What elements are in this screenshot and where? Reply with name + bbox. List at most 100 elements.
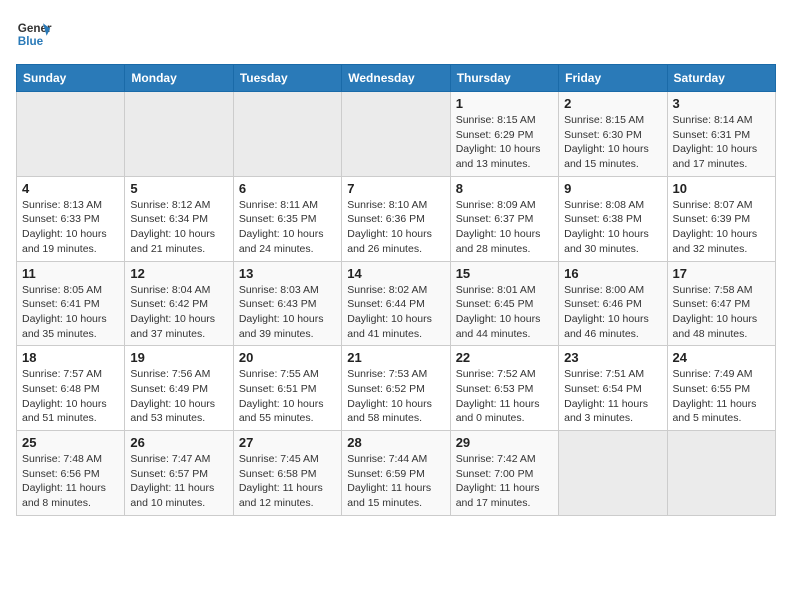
- svg-text:Blue: Blue: [18, 35, 44, 48]
- calendar-cell: [125, 92, 233, 177]
- day-info: Sunrise: 7:55 AM Sunset: 6:51 PM Dayligh…: [239, 367, 336, 426]
- calendar-cell: 22 Sunrise: 7:52 AM Sunset: 6:53 PM Dayli…: [450, 346, 558, 431]
- day-number: 15: [456, 266, 553, 281]
- day-number: 11: [22, 266, 119, 281]
- day-number: 27: [239, 435, 336, 450]
- calendar-cell: 20 Sunrise: 7:55 AM Sunset: 6:51 PM Dayli…: [233, 346, 341, 431]
- day-number: 9: [564, 181, 661, 196]
- day-info: Sunrise: 8:03 AM Sunset: 6:43 PM Dayligh…: [239, 283, 336, 342]
- day-info: Sunrise: 8:08 AM Sunset: 6:38 PM Dayligh…: [564, 198, 661, 257]
- weekday-header-friday: Friday: [559, 65, 667, 92]
- calendar-cell: 3 Sunrise: 8:14 AM Sunset: 6:31 PM Daylig…: [667, 92, 775, 177]
- calendar-cell: [17, 92, 125, 177]
- calendar-cell: 14 Sunrise: 8:02 AM Sunset: 6:44 PM Dayli…: [342, 261, 450, 346]
- calendar-week-row: 18 Sunrise: 7:57 AM Sunset: 6:48 PM Dayli…: [17, 346, 776, 431]
- day-number: 2: [564, 96, 661, 111]
- calendar-cell: 17Sunrise: 7:58 AM Sunset: 6:47 PM Dayli…: [667, 261, 775, 346]
- day-info: Sunrise: 7:49 AM Sunset: 6:55 PM Dayligh…: [673, 367, 770, 426]
- day-number: 20: [239, 350, 336, 365]
- calendar-cell: 23 Sunrise: 7:51 AM Sunset: 6:54 PM Dayli…: [559, 346, 667, 431]
- weekday-header-monday: Monday: [125, 65, 233, 92]
- day-info: Sunrise: 7:53 AM Sunset: 6:52 PM Dayligh…: [347, 367, 444, 426]
- day-number: 7: [347, 181, 444, 196]
- calendar-week-row: 1 Sunrise: 8:15 AM Sunset: 6:29 PM Daylig…: [17, 92, 776, 177]
- day-info: Sunrise: 7:47 AM Sunset: 6:57 PM Dayligh…: [130, 452, 227, 511]
- calendar-cell: 27 Sunrise: 7:45 AM Sunset: 6:58 PM Dayli…: [233, 431, 341, 516]
- logo-icon: General Blue: [16, 16, 52, 52]
- day-info: Sunrise: 8:01 AM Sunset: 6:45 PM Dayligh…: [456, 283, 553, 342]
- weekday-header-sunday: Sunday: [17, 65, 125, 92]
- weekday-header-wednesday: Wednesday: [342, 65, 450, 92]
- day-number: 18: [22, 350, 119, 365]
- day-info: Sunrise: 7:57 AM Sunset: 6:48 PM Dayligh…: [22, 367, 119, 426]
- day-info: Sunrise: 8:09 AM Sunset: 6:37 PM Dayligh…: [456, 198, 553, 257]
- day-number: 5: [130, 181, 227, 196]
- day-info: Sunrise: 8:10 AM Sunset: 6:36 PM Dayligh…: [347, 198, 444, 257]
- calendar-cell: 29Sunrise: 7:42 AM Sunset: 7:00 PM Dayli…: [450, 431, 558, 516]
- day-info: Sunrise: 8:11 AM Sunset: 6:35 PM Dayligh…: [239, 198, 336, 257]
- calendar-cell: 21Sunrise: 7:53 AM Sunset: 6:52 PM Dayli…: [342, 346, 450, 431]
- calendar-cell: 1 Sunrise: 8:15 AM Sunset: 6:29 PM Daylig…: [450, 92, 558, 177]
- calendar-cell: 10 Sunrise: 8:07 AM Sunset: 6:39 PM Dayli…: [667, 176, 775, 261]
- calendar-cell: 9 Sunrise: 8:08 AM Sunset: 6:38 PM Daylig…: [559, 176, 667, 261]
- calendar-cell: 18 Sunrise: 7:57 AM Sunset: 6:48 PM Dayli…: [17, 346, 125, 431]
- calendar-cell: 8 Sunrise: 8:09 AM Sunset: 6:37 PM Daylig…: [450, 176, 558, 261]
- calendar-cell: 2 Sunrise: 8:15 AM Sunset: 6:30 PM Daylig…: [559, 92, 667, 177]
- calendar-cell: 12Sunrise: 8:04 AM Sunset: 6:42 PM Dayli…: [125, 261, 233, 346]
- calendar-cell: 26 Sunrise: 7:47 AM Sunset: 6:57 PM Dayli…: [125, 431, 233, 516]
- calendar-cell: 7 Sunrise: 8:10 AM Sunset: 6:36 PM Daylig…: [342, 176, 450, 261]
- calendar-cell: 4Sunrise: 8:13 AM Sunset: 6:33 PM Daylig…: [17, 176, 125, 261]
- logo: General Blue: [16, 16, 52, 52]
- day-number: 22: [456, 350, 553, 365]
- day-info: Sunrise: 7:44 AM Sunset: 6:59 PM Dayligh…: [347, 452, 444, 511]
- day-info: Sunrise: 7:45 AM Sunset: 6:58 PM Dayligh…: [239, 452, 336, 511]
- calendar-week-row: 4Sunrise: 8:13 AM Sunset: 6:33 PM Daylig…: [17, 176, 776, 261]
- day-info: Sunrise: 8:14 AM Sunset: 6:31 PM Dayligh…: [673, 113, 770, 172]
- day-info: Sunrise: 7:52 AM Sunset: 6:53 PM Dayligh…: [456, 367, 553, 426]
- day-number: 10: [673, 181, 770, 196]
- calendar-table: SundayMondayTuesdayWednesdayThursdayFrid…: [16, 64, 776, 516]
- day-info: Sunrise: 8:02 AM Sunset: 6:44 PM Dayligh…: [347, 283, 444, 342]
- calendar-cell: 28 Sunrise: 7:44 AM Sunset: 6:59 PM Dayli…: [342, 431, 450, 516]
- day-info: Sunrise: 8:12 AM Sunset: 6:34 PM Dayligh…: [130, 198, 227, 257]
- weekday-header-saturday: Saturday: [667, 65, 775, 92]
- day-number: 25: [22, 435, 119, 450]
- weekday-header-row: SundayMondayTuesdayWednesdayThursdayFrid…: [17, 65, 776, 92]
- day-info: Sunrise: 8:00 AM Sunset: 6:46 PM Dayligh…: [564, 283, 661, 342]
- calendar-cell: [559, 431, 667, 516]
- day-number: 6: [239, 181, 336, 196]
- calendar-cell: 16 Sunrise: 8:00 AM Sunset: 6:46 PM Dayli…: [559, 261, 667, 346]
- day-number: 24: [673, 350, 770, 365]
- day-info: Sunrise: 8:15 AM Sunset: 6:30 PM Dayligh…: [564, 113, 661, 172]
- day-number: 16: [564, 266, 661, 281]
- day-number: 28: [347, 435, 444, 450]
- calendar-cell: 15 Sunrise: 8:01 AM Sunset: 6:45 PM Dayli…: [450, 261, 558, 346]
- day-info: Sunrise: 7:58 AM Sunset: 6:47 PM Dayligh…: [673, 283, 770, 342]
- weekday-header-thursday: Thursday: [450, 65, 558, 92]
- day-number: 4: [22, 181, 119, 196]
- calendar-cell: 19Sunrise: 7:56 AM Sunset: 6:49 PM Dayli…: [125, 346, 233, 431]
- day-info: Sunrise: 8:05 AM Sunset: 6:41 PM Dayligh…: [22, 283, 119, 342]
- calendar-week-row: 11 Sunrise: 8:05 AM Sunset: 6:41 PM Dayli…: [17, 261, 776, 346]
- day-number: 1: [456, 96, 553, 111]
- calendar-cell: [233, 92, 341, 177]
- day-number: 19: [130, 350, 227, 365]
- day-number: 3: [673, 96, 770, 111]
- day-info: Sunrise: 7:42 AM Sunset: 7:00 PM Dayligh…: [456, 452, 553, 511]
- calendar-cell: 5 Sunrise: 8:12 AM Sunset: 6:34 PM Daylig…: [125, 176, 233, 261]
- day-number: 23: [564, 350, 661, 365]
- day-number: 13: [239, 266, 336, 281]
- day-number: 26: [130, 435, 227, 450]
- calendar-cell: 25 Sunrise: 7:48 AM Sunset: 6:56 PM Dayli…: [17, 431, 125, 516]
- day-info: Sunrise: 8:07 AM Sunset: 6:39 PM Dayligh…: [673, 198, 770, 257]
- page-header: General Blue: [16, 16, 776, 52]
- day-info: Sunrise: 8:15 AM Sunset: 6:29 PM Dayligh…: [456, 113, 553, 172]
- calendar-cell: [342, 92, 450, 177]
- day-number: 14: [347, 266, 444, 281]
- day-info: Sunrise: 7:51 AM Sunset: 6:54 PM Dayligh…: [564, 367, 661, 426]
- day-number: 8: [456, 181, 553, 196]
- calendar-cell: 13 Sunrise: 8:03 AM Sunset: 6:43 PM Dayli…: [233, 261, 341, 346]
- day-info: Sunrise: 7:48 AM Sunset: 6:56 PM Dayligh…: [22, 452, 119, 511]
- calendar-cell: 24 Sunrise: 7:49 AM Sunset: 6:55 PM Dayli…: [667, 346, 775, 431]
- calendar-cell: 11 Sunrise: 8:05 AM Sunset: 6:41 PM Dayli…: [17, 261, 125, 346]
